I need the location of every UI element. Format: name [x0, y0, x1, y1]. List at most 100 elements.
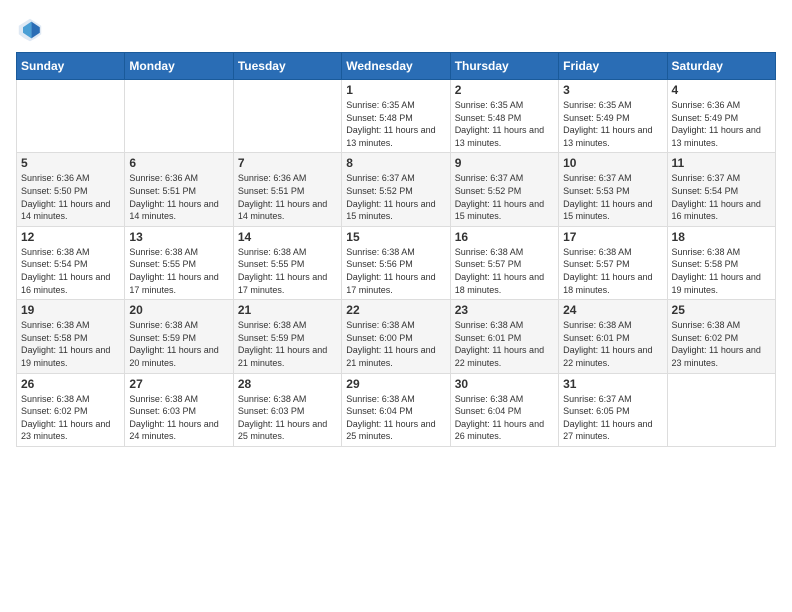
- calendar-cell: 10 Sunrise: 6:37 AMSunset: 5:53 PMDayligh…: [559, 153, 667, 226]
- calendar-table: SundayMondayTuesdayWednesdayThursdayFrid…: [16, 52, 776, 447]
- calendar-week-row: 19 Sunrise: 6:38 AMSunset: 5:58 PMDayligh…: [17, 300, 776, 373]
- day-number: 30: [455, 377, 554, 391]
- day-info: Sunrise: 6:38 AMSunset: 5:56 PMDaylight:…: [346, 246, 445, 296]
- day-number: 21: [238, 303, 337, 317]
- day-info: Sunrise: 6:38 AMSunset: 5:57 PMDaylight:…: [455, 246, 554, 296]
- day-number: 7: [238, 156, 337, 170]
- day-number: 1: [346, 83, 445, 97]
- calendar-cell: 26 Sunrise: 6:38 AMSunset: 6:02 PMDayligh…: [17, 373, 125, 446]
- day-info: Sunrise: 6:37 AMSunset: 5:54 PMDaylight:…: [672, 172, 771, 222]
- calendar-cell: 15 Sunrise: 6:38 AMSunset: 5:56 PMDayligh…: [342, 226, 450, 299]
- day-header-saturday: Saturday: [667, 53, 775, 80]
- calendar-cell: 2 Sunrise: 6:35 AMSunset: 5:48 PMDaylight…: [450, 80, 558, 153]
- day-info: Sunrise: 6:38 AMSunset: 5:58 PMDaylight:…: [21, 319, 120, 369]
- day-info: Sunrise: 6:38 AMSunset: 5:59 PMDaylight:…: [129, 319, 228, 369]
- day-info: Sunrise: 6:38 AMSunset: 6:00 PMDaylight:…: [346, 319, 445, 369]
- day-number: 15: [346, 230, 445, 244]
- day-number: 5: [21, 156, 120, 170]
- day-number: 8: [346, 156, 445, 170]
- day-number: 27: [129, 377, 228, 391]
- day-info: Sunrise: 6:36 AMSunset: 5:51 PMDaylight:…: [129, 172, 228, 222]
- day-number: 29: [346, 377, 445, 391]
- calendar-cell: 16 Sunrise: 6:38 AMSunset: 5:57 PMDayligh…: [450, 226, 558, 299]
- day-info: Sunrise: 6:38 AMSunset: 5:58 PMDaylight:…: [672, 246, 771, 296]
- day-info: Sunrise: 6:35 AMSunset: 5:48 PMDaylight:…: [346, 99, 445, 149]
- calendar-cell: 28 Sunrise: 6:38 AMSunset: 6:03 PMDayligh…: [233, 373, 341, 446]
- day-number: 13: [129, 230, 228, 244]
- calendar-cell: 8 Sunrise: 6:37 AMSunset: 5:52 PMDaylight…: [342, 153, 450, 226]
- day-info: Sunrise: 6:36 AMSunset: 5:50 PMDaylight:…: [21, 172, 120, 222]
- calendar-cell: 9Sunrise: 6:37 AMSunset: 5:52 PMDaylight…: [450, 153, 558, 226]
- calendar-cell: 25 Sunrise: 6:38 AMSunset: 6:02 PMDayligh…: [667, 300, 775, 373]
- day-info: Sunrise: 6:38 AMSunset: 6:04 PMDaylight:…: [455, 393, 554, 443]
- calendar-cell: 5 Sunrise: 6:36 AMSunset: 5:50 PMDaylight…: [17, 153, 125, 226]
- day-number: 14: [238, 230, 337, 244]
- day-number: 20: [129, 303, 228, 317]
- calendar-cell: 11 Sunrise: 6:37 AMSunset: 5:54 PMDayligh…: [667, 153, 775, 226]
- day-info: Sunrise: 6:38 AMSunset: 5:55 PMDaylight:…: [238, 246, 337, 296]
- calendar-cell: 30 Sunrise: 6:38 AMSunset: 6:04 PMDayligh…: [450, 373, 558, 446]
- calendar-cell: 22 Sunrise: 6:38 AMSunset: 6:00 PMDayligh…: [342, 300, 450, 373]
- calendar-week-row: 26 Sunrise: 6:38 AMSunset: 6:02 PMDayligh…: [17, 373, 776, 446]
- calendar-cell: [17, 80, 125, 153]
- day-info: Sunrise: 6:38 AMSunset: 6:02 PMDaylight:…: [672, 319, 771, 369]
- day-info: Sunrise: 6:35 AMSunset: 5:48 PMDaylight:…: [455, 99, 554, 149]
- calendar-cell: 19 Sunrise: 6:38 AMSunset: 5:58 PMDayligh…: [17, 300, 125, 373]
- calendar-week-row: 5 Sunrise: 6:36 AMSunset: 5:50 PMDaylight…: [17, 153, 776, 226]
- day-info: Sunrise: 6:38 AMSunset: 5:55 PMDaylight:…: [129, 246, 228, 296]
- calendar-cell: 23Sunrise: 6:38 AMSunset: 6:01 PMDayligh…: [450, 300, 558, 373]
- day-number: 3: [563, 83, 662, 97]
- day-header-tuesday: Tuesday: [233, 53, 341, 80]
- calendar-cell: 12Sunrise: 6:38 AMSunset: 5:54 PMDayligh…: [17, 226, 125, 299]
- day-number: 11: [672, 156, 771, 170]
- day-number: 18: [672, 230, 771, 244]
- day-info: Sunrise: 6:38 AMSunset: 6:02 PMDaylight:…: [21, 393, 120, 443]
- day-info: Sunrise: 6:38 AMSunset: 6:01 PMDaylight:…: [455, 319, 554, 369]
- calendar-cell: 13 Sunrise: 6:38 AMSunset: 5:55 PMDayligh…: [125, 226, 233, 299]
- day-number: 31: [563, 377, 662, 391]
- day-info: Sunrise: 6:37 AMSunset: 5:52 PMDaylight:…: [346, 172, 445, 222]
- calendar-cell: [125, 80, 233, 153]
- day-number: 16: [455, 230, 554, 244]
- day-number: 4: [672, 83, 771, 97]
- day-header-wednesday: Wednesday: [342, 53, 450, 80]
- calendar-cell: 1 Sunrise: 6:35 AMSunset: 5:48 PMDaylight…: [342, 80, 450, 153]
- calendar-cell: 18 Sunrise: 6:38 AMSunset: 5:58 PMDayligh…: [667, 226, 775, 299]
- calendar-cell: 3Sunrise: 6:35 AMSunset: 5:49 PMDaylight…: [559, 80, 667, 153]
- day-info: Sunrise: 6:37 AMSunset: 5:53 PMDaylight:…: [563, 172, 662, 222]
- day-number: 24: [563, 303, 662, 317]
- day-number: 19: [21, 303, 120, 317]
- day-number: 26: [21, 377, 120, 391]
- day-number: 17: [563, 230, 662, 244]
- day-header-friday: Friday: [559, 53, 667, 80]
- calendar-cell: 4 Sunrise: 6:36 AMSunset: 5:49 PMDaylight…: [667, 80, 775, 153]
- day-number: 25: [672, 303, 771, 317]
- day-header-monday: Monday: [125, 53, 233, 80]
- logo-icon: [16, 16, 44, 44]
- day-number: 10: [563, 156, 662, 170]
- day-info: Sunrise: 6:38 AMSunset: 6:03 PMDaylight:…: [129, 393, 228, 443]
- day-number: 28: [238, 377, 337, 391]
- calendar-cell: 20 Sunrise: 6:38 AMSunset: 5:59 PMDayligh…: [125, 300, 233, 373]
- day-info: Sunrise: 6:36 AMSunset: 5:51 PMDaylight:…: [238, 172, 337, 222]
- logo: [16, 16, 48, 44]
- calendar-cell: [667, 373, 775, 446]
- day-info: Sunrise: 6:38 AMSunset: 6:03 PMDaylight:…: [238, 393, 337, 443]
- calendar-cell: 27 Sunrise: 6:38 AMSunset: 6:03 PMDayligh…: [125, 373, 233, 446]
- page-header: [16, 16, 776, 44]
- calendar-header-row: SundayMondayTuesdayWednesdayThursdayFrid…: [17, 53, 776, 80]
- calendar-week-row: 12Sunrise: 6:38 AMSunset: 5:54 PMDayligh…: [17, 226, 776, 299]
- day-info: Sunrise: 6:38 AMSunset: 5:54 PMDaylight:…: [21, 246, 120, 296]
- day-number: 22: [346, 303, 445, 317]
- day-info: Sunrise: 6:36 AMSunset: 5:49 PMDaylight:…: [672, 99, 771, 149]
- calendar-cell: 21 Sunrise: 6:38 AMSunset: 5:59 PMDayligh…: [233, 300, 341, 373]
- day-info: Sunrise: 6:37 AMSunset: 6:05 PMDaylight:…: [563, 393, 662, 443]
- day-info: Sunrise: 6:38 AMSunset: 6:01 PMDaylight:…: [563, 319, 662, 369]
- calendar-cell: 24 Sunrise: 6:38 AMSunset: 6:01 PMDayligh…: [559, 300, 667, 373]
- day-info: Sunrise: 6:38 AMSunset: 6:04 PMDaylight:…: [346, 393, 445, 443]
- day-info: Sunrise: 6:38 AMSunset: 5:59 PMDaylight:…: [238, 319, 337, 369]
- calendar-cell: 7 Sunrise: 6:36 AMSunset: 5:51 PMDaylight…: [233, 153, 341, 226]
- calendar-cell: 14 Sunrise: 6:38 AMSunset: 5:55 PMDayligh…: [233, 226, 341, 299]
- day-number: 2: [455, 83, 554, 97]
- day-header-thursday: Thursday: [450, 53, 558, 80]
